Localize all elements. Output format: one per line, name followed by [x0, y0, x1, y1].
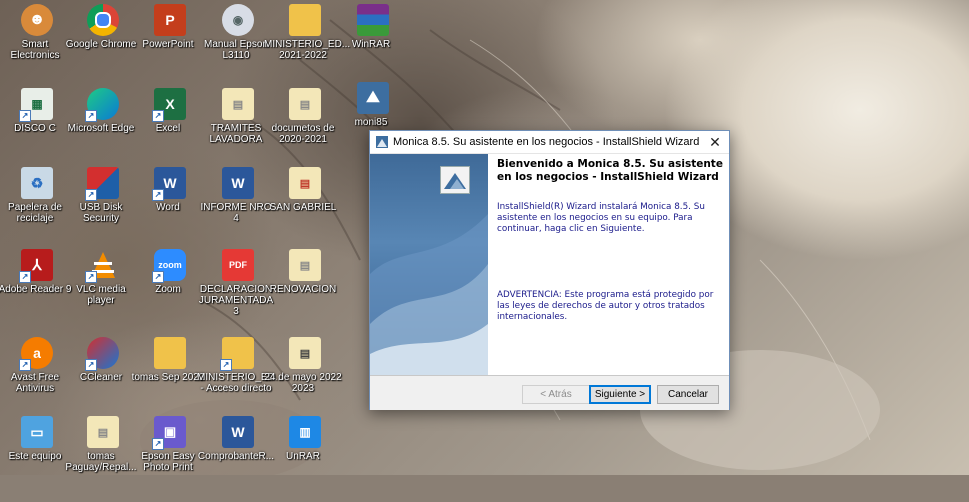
icon-label: tomas Sep 2022 — [131, 372, 205, 383]
dialog-title: Monica 8.5. Su asistente en los negocios… — [393, 136, 700, 148]
zoom-icon: zoom ↗ — [152, 249, 186, 283]
desktop-icon-word[interactable]: W ↗ Word — [135, 163, 205, 253]
desktop-icon-microsoft-edge[interactable]: ↗ Microsoft Edge — [68, 84, 138, 174]
chrome-icon — [87, 4, 119, 36]
desktop-icon-comprobante[interactable]: W ComprobanteR... — [198, 412, 274, 502]
icon-label: Epson Easy Photo Print — [141, 451, 195, 473]
wizard-side-banner — [370, 154, 488, 375]
icon-label: Word — [156, 202, 180, 213]
icon-label: UnRAR — [286, 451, 320, 462]
next-button[interactable]: Siguiente > — [589, 385, 651, 404]
desktop-icon-epson-easy-photo[interactable]: ▣ ↗ Epson Easy Photo Print — [135, 412, 205, 502]
powerpoint-icon: P — [154, 4, 186, 36]
desktop-icon-tomas-sep-2022[interactable]: tomas Sep 2022 — [132, 333, 205, 423]
document-icon: ◉ — [222, 4, 254, 36]
archive-icon: ▤ — [222, 88, 254, 120]
icon-label: RENOVACION — [269, 284, 337, 295]
edge-icon: ↗ — [85, 88, 119, 122]
icon-label: WinRAR — [351, 39, 391, 50]
desktop-icon-declaracion-juramentada[interactable]: PDF DECLARACION JURAMENTADA 3 — [199, 245, 273, 335]
folder-icon — [289, 4, 321, 36]
folder-icon — [154, 337, 186, 369]
desktop-icon-winrar[interactable]: WinRAR — [338, 0, 408, 90]
desktop-icon-manual-epson[interactable]: ◉ Manual Epson L3110 — [203, 0, 273, 90]
desktop-icon-ministerio-acceso-directo[interactable]: ↗ MINISTERIO_ED... - Acceso directo — [197, 333, 283, 423]
icon-label: MINISTERIO_ED... 2021-2022 — [264, 39, 351, 61]
warning-text: ADVERTENCIA: Este programa está protegid… — [497, 290, 714, 322]
dialog-titlebar[interactable]: Monica 8.5. Su asistente en los negocios… — [370, 131, 729, 154]
desktop-icon-documentos-2020[interactable]: ▤ documetos de 2020-2021 — [270, 84, 340, 174]
unrar-icon: ▥ — [289, 416, 321, 448]
desktop-icon-24-de-mayo[interactable]: ▤ 24 de mayo 2022 2023 — [264, 333, 342, 423]
back-button[interactable]: < Atrás — [522, 385, 590, 404]
desktop-icon-zoom[interactable]: zoom ↗ Zoom — [135, 245, 205, 335]
desktop-icon-tomas-paguay[interactable]: ▤ tomas Paguay/Repal... — [65, 412, 138, 502]
icon-label: Zoom — [155, 284, 181, 295]
archive-icon: ▤ — [289, 88, 321, 120]
avast-icon: a ↗ — [19, 337, 53, 371]
person-folder-icon: ☻ — [21, 4, 53, 36]
close-button[interactable]: ✕ — [701, 134, 729, 151]
archive-icon: ▤ — [289, 167, 321, 199]
computer-icon: ▭ — [21, 416, 53, 448]
folder-shortcut-icon: ↗ — [220, 337, 254, 371]
desktop-icon-ministerio-2021[interactable]: MINISTERIO_ED... 2021-2022 — [264, 0, 350, 90]
adobe-reader-icon: ⅄ ↗ — [19, 249, 53, 283]
desktop-icon-usb-disk-security[interactable]: ↗ USB Disk Security — [68, 163, 138, 253]
wizard-content: Bienvenido a Monica 8.5. Su asistente en… — [440, 154, 729, 375]
pdf-icon: PDF — [222, 249, 254, 281]
icon-label: 24 de mayo 2022 2023 — [264, 372, 342, 394]
installshield-logo-icon — [440, 166, 470, 194]
intro-text: InstallShield(R) Wizard instalará Monica… — [497, 202, 705, 234]
icon-label: SAN GABRIEL — [269, 202, 337, 213]
installer-icon: ⛰ — [357, 82, 389, 114]
shield-icon: ↗ — [85, 167, 119, 201]
wizard-footer: < Atrás Siguiente > Cancelar — [370, 375, 729, 410]
desktop-icon-unrar[interactable]: ▥ UnRAR — [270, 412, 340, 502]
photo-print-icon: ▣ ↗ — [152, 416, 186, 450]
desktop-icon-renovacion[interactable]: ▤ RENOVACION — [270, 245, 340, 335]
icon-label: moni85 — [354, 117, 388, 128]
icon-label: documetos de 2020-2021 — [271, 123, 335, 145]
desktop-icon-tramites-lavadora[interactable]: ▤ TRAMITES LAVADORA — [203, 84, 273, 174]
cancel-button[interactable]: Cancelar — [657, 385, 719, 404]
welcome-heading: Bienvenido a Monica 8.5. Su asistente en… — [497, 158, 723, 183]
archive-icon: ▤ — [289, 337, 321, 369]
archive-icon: ▤ — [289, 249, 321, 281]
icon-label: PowerPoint — [142, 39, 194, 50]
desktop-icon-powerpoint[interactable]: P PowerPoint — [135, 0, 205, 90]
installshield-dialog: Monica 8.5. Su asistente en los negocios… — [369, 130, 730, 410]
icon-label: Excel — [155, 123, 181, 134]
desktop-icon-excel[interactable]: X ↗ Excel — [135, 84, 205, 174]
wave-graphic — [370, 214, 488, 375]
ccleaner-icon: ↗ — [85, 337, 119, 371]
winrar-icon — [357, 4, 389, 36]
word-document-icon: W — [222, 167, 254, 199]
desktop-icon-san-gabriel[interactable]: ▤ SAN GABRIEL — [270, 163, 340, 253]
desktop-icon-google-chrome[interactable]: Google Chrome — [66, 0, 138, 90]
vlc-cone-icon: ↗ — [85, 249, 119, 283]
spreadsheet-shortcut-icon: ▦ ↗ — [19, 88, 53, 122]
word-icon: W ↗ — [152, 167, 186, 201]
installer-app-icon — [375, 135, 389, 149]
desktop-icon-ccleaner[interactable]: ↗ CCleaner — [68, 333, 138, 423]
excel-icon: X ↗ — [152, 88, 186, 122]
archive-icon: ▤ — [87, 416, 119, 448]
desktop-icon-informe-nro4[interactable]: W INFORME NRO 4 — [200, 163, 273, 253]
word-document-icon: W — [222, 416, 254, 448]
desktop-icon-vlc[interactable]: ↗ VLC media player — [68, 245, 138, 335]
recycle-bin-icon: ♻ — [21, 167, 53, 199]
